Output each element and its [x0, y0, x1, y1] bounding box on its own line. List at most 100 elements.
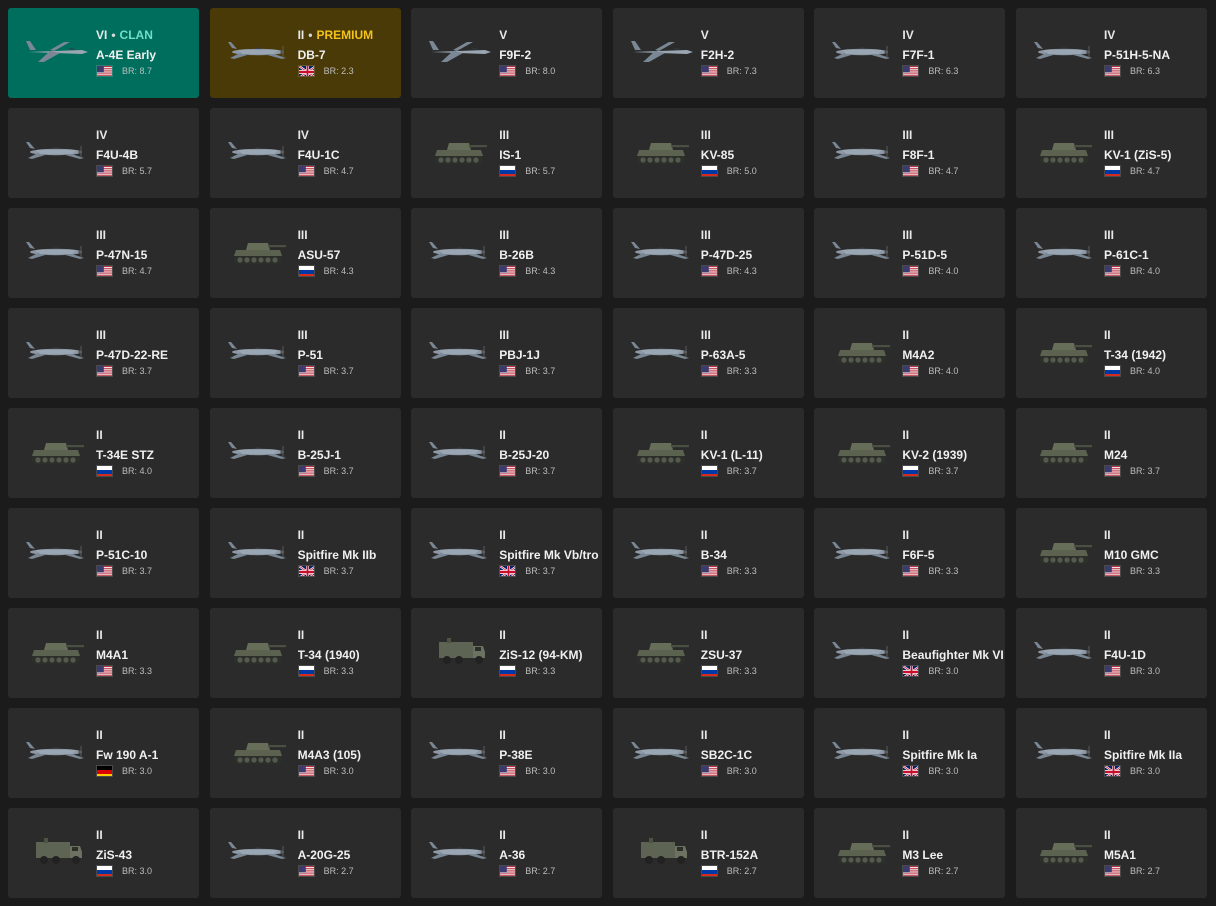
usa-flag-icon — [902, 365, 920, 377]
vehicle-thumbnail — [216, 328, 300, 374]
tank-icon — [1039, 843, 1092, 864]
vehicle-card[interactable]: II T-34 (1940) BR: 3.3 — [209, 608, 401, 698]
vehicle-card[interactable]: III P-47N-15 BR: 4.7 — [8, 208, 199, 298]
vehicle-card[interactable]: II T-34E STZ BR: 4.0 — [8, 408, 199, 498]
vehicle-card[interactable]: II M4A1 BR: 3.3 — [8, 608, 199, 698]
vehicle-card[interactable]: II M4A2 BR: 4.0 — [814, 308, 1006, 398]
vehicle-card[interactable]: II M5A1 BR: 2.7 — [1015, 808, 1207, 898]
vehicle-card[interactable]: II P-38E BR: 3.0 — [411, 708, 603, 798]
vehicle-card[interactable]: VI • CLAN A-4E Early BR: 8.7 — [8, 8, 199, 98]
vehicle-card[interactable]: III P-47D-22-RE BR: 3.7 — [8, 308, 199, 398]
vehicle-name: F8F-1 — [902, 148, 935, 162]
vehicle-card[interactable]: II BTR-152A BR: 2.7 — [612, 808, 804, 898]
vehicle-card[interactable]: II M10 GMC BR: 3.3 — [1015, 508, 1207, 598]
vehicle-card[interactable]: III B-26B BR: 4.3 — [411, 208, 603, 298]
battle-rating: BR: 3.7 — [525, 466, 556, 476]
vehicle-card[interactable]: II B-25J-1 BR: 3.7 — [209, 408, 401, 498]
vehicle-card[interactable]: II B-25J-20 BR: 3.7 — [411, 408, 603, 498]
vehicle-thumbnail — [417, 428, 501, 474]
vehicle-card[interactable]: II T-34 (1942) BR: 4.0 — [1015, 308, 1207, 398]
vehicle-card[interactable]: II B-34 BR: 3.3 — [612, 508, 804, 598]
vehicle-card[interactable]: II ZSU-37 BR: 3.3 — [612, 608, 804, 698]
vehicle-card[interactable]: IV P-51H-5-NA BR: 6.3 — [1015, 8, 1207, 98]
vehicle-card[interactable]: II Spitfire Mk Ia BR: 3.0 — [814, 708, 1006, 798]
vehicle-card[interactable]: II A-20G-25 BR: 2.7 — [209, 808, 401, 898]
vehicle-card[interactable]: V F9F-2 BR: 8.0 — [411, 8, 603, 98]
tier-separator: • — [111, 28, 116, 42]
tank-icon — [32, 643, 84, 664]
vehicle-card[interactable]: II ZiS-12 (94-KM) BR: 3.3 — [411, 608, 603, 698]
vehicle-meta: BR: 8.7 — [96, 64, 197, 78]
tier-rank: II — [1103, 528, 1111, 542]
tier-rank: III — [96, 228, 107, 242]
vehicle-meta: BR: 8.0 — [499, 64, 600, 78]
vehicle-card[interactable]: II SB2C-1C BR: 3.0 — [612, 708, 804, 798]
usa-flag-icon — [700, 65, 718, 77]
vehicle-card[interactable]: II M24 BR: 3.7 — [1015, 408, 1207, 498]
vehicle-info: II Spitfire Mk IIb BR: 3.7 — [297, 528, 399, 578]
vehicle-meta: BR: 3.0 — [902, 664, 1003, 678]
vehicle-info: III P-47D-22-RE BR: 3.7 — [96, 328, 197, 378]
vehicle-name: KV-2 (1939) — [902, 448, 968, 462]
vehicle-card[interactable]: III ASU-57 BR: 4.3 — [209, 208, 401, 298]
vehicle-tier: II — [96, 528, 197, 543]
usa-flag-icon — [902, 565, 920, 577]
tier-rank: III — [700, 128, 711, 142]
aircraft-icon — [429, 242, 488, 259]
vehicle-name: Beaufighter Mk VI — [902, 648, 1004, 662]
battle-rating: BR: 5.7 — [122, 166, 153, 176]
vehicle-card[interactable]: III P-51D-5 BR: 4.0 — [814, 208, 1006, 298]
vehicle-card[interactable]: IV F4U-4B BR: 5.7 — [8, 108, 199, 198]
battle-rating: BR: 4.7 — [122, 266, 153, 276]
vehicle-card[interactable]: II KV-2 (1939) BR: 3.7 — [814, 408, 1006, 498]
vehicle-card[interactable]: III IS-1 BR: 5.7 — [411, 108, 603, 198]
vehicle-card[interactable]: II A-36 BR: 2.7 — [411, 808, 603, 898]
vehicle-card[interactable]: III KV-1 (ZiS-5) BR: 4.7 — [1015, 108, 1207, 198]
vehicle-card[interactable]: III P-61C-1 BR: 4.0 — [1015, 208, 1207, 298]
vehicle-tier: II — [1104, 328, 1205, 343]
vehicle-name: Spitfire Mk Vb/tro — [499, 548, 599, 562]
vehicle-card[interactable]: III P-47D-25 BR: 4.3 — [612, 208, 804, 298]
vehicle-card[interactable]: III PBJ-1J BR: 3.7 — [411, 308, 603, 398]
vehicle-tier: III — [499, 128, 600, 143]
tank-icon — [838, 443, 891, 464]
vehicle-card[interactable]: II Fw 190 A-1 BR: 3.0 — [8, 708, 199, 798]
vehicle-card[interactable]: II • PREMIUM DB-7 BR: 2.3 — [209, 8, 401, 98]
vehicle-name: B-25J-1 — [297, 448, 341, 462]
aircraft-icon — [227, 342, 286, 359]
vehicle-info: II ZiS-12 (94-KM) BR: 3.3 — [499, 628, 600, 678]
vehicle-card[interactable]: II P-51C-10 BR: 3.7 — [8, 508, 199, 598]
vehicle-card[interactable]: II ZiS-43 BR: 3.0 — [8, 808, 199, 898]
tier-rank: III — [1103, 128, 1114, 142]
aircraft-icon — [630, 342, 689, 359]
vehicle-card[interactable]: II Spitfire Mk Vb/tro BR: 3.7 — [411, 508, 603, 598]
vehicle-card[interactable]: III P-51 BR: 3.7 — [209, 308, 401, 398]
vehicle-info: II M10 GMC BR: 3.3 — [1103, 528, 1205, 578]
vehicle-info: II ZiS-43 BR: 3.0 — [96, 828, 197, 878]
vehicle-card[interactable]: II KV-1 (L-11) BR: 3.7 — [612, 408, 804, 498]
vehicle-card[interactable]: IV F4U-1C BR: 4.7 — [209, 108, 401, 198]
vehicle-card[interactable]: II M4A3 (105) BR: 3.0 — [209, 708, 401, 798]
vehicle-thumbnail — [1022, 528, 1106, 574]
vehicle-info: II T-34 (1940) BR: 3.3 — [297, 628, 399, 678]
vehicle-card[interactable]: III KV-85 BR: 5.0 — [612, 108, 804, 198]
battle-rating: BR: 6.3 — [1129, 66, 1160, 76]
vehicle-card[interactable]: III P-63A-5 BR: 3.3 — [612, 308, 804, 398]
vehicle-name: P-38E — [499, 748, 533, 762]
tier-rank: II — [700, 828, 708, 842]
vehicle-card[interactable]: III F8F-1 BR: 4.7 — [814, 108, 1006, 198]
aircraft-icon — [227, 842, 286, 859]
vehicle-card[interactable]: V F2H-2 BR: 7.3 — [612, 8, 804, 98]
vehicle-card[interactable]: II F4U-1D BR: 3.0 — [1015, 608, 1207, 698]
vehicle-card[interactable]: II Spitfire Mk IIb BR: 3.7 — [209, 508, 401, 598]
vehicle-card[interactable]: II Beaufighter Mk VI BR: 3.0 — [814, 608, 1006, 698]
vehicle-thumbnail — [619, 228, 703, 274]
vehicle-card[interactable]: II M3 Lee BR: 2.7 — [814, 808, 1006, 898]
tier-rank: II — [96, 428, 103, 442]
vehicle-card[interactable]: II F6F-5 BR: 3.3 — [814, 508, 1006, 598]
usa-flag-icon — [499, 465, 517, 477]
vehicle-card[interactable]: II Spitfire Mk IIa BR: 3.0 — [1015, 708, 1207, 798]
vehicle-thumbnail — [216, 528, 300, 574]
vehicle-name: IS-1 — [499, 148, 522, 162]
vehicle-card[interactable]: IV F7F-1 BR: 6.3 — [814, 8, 1006, 98]
